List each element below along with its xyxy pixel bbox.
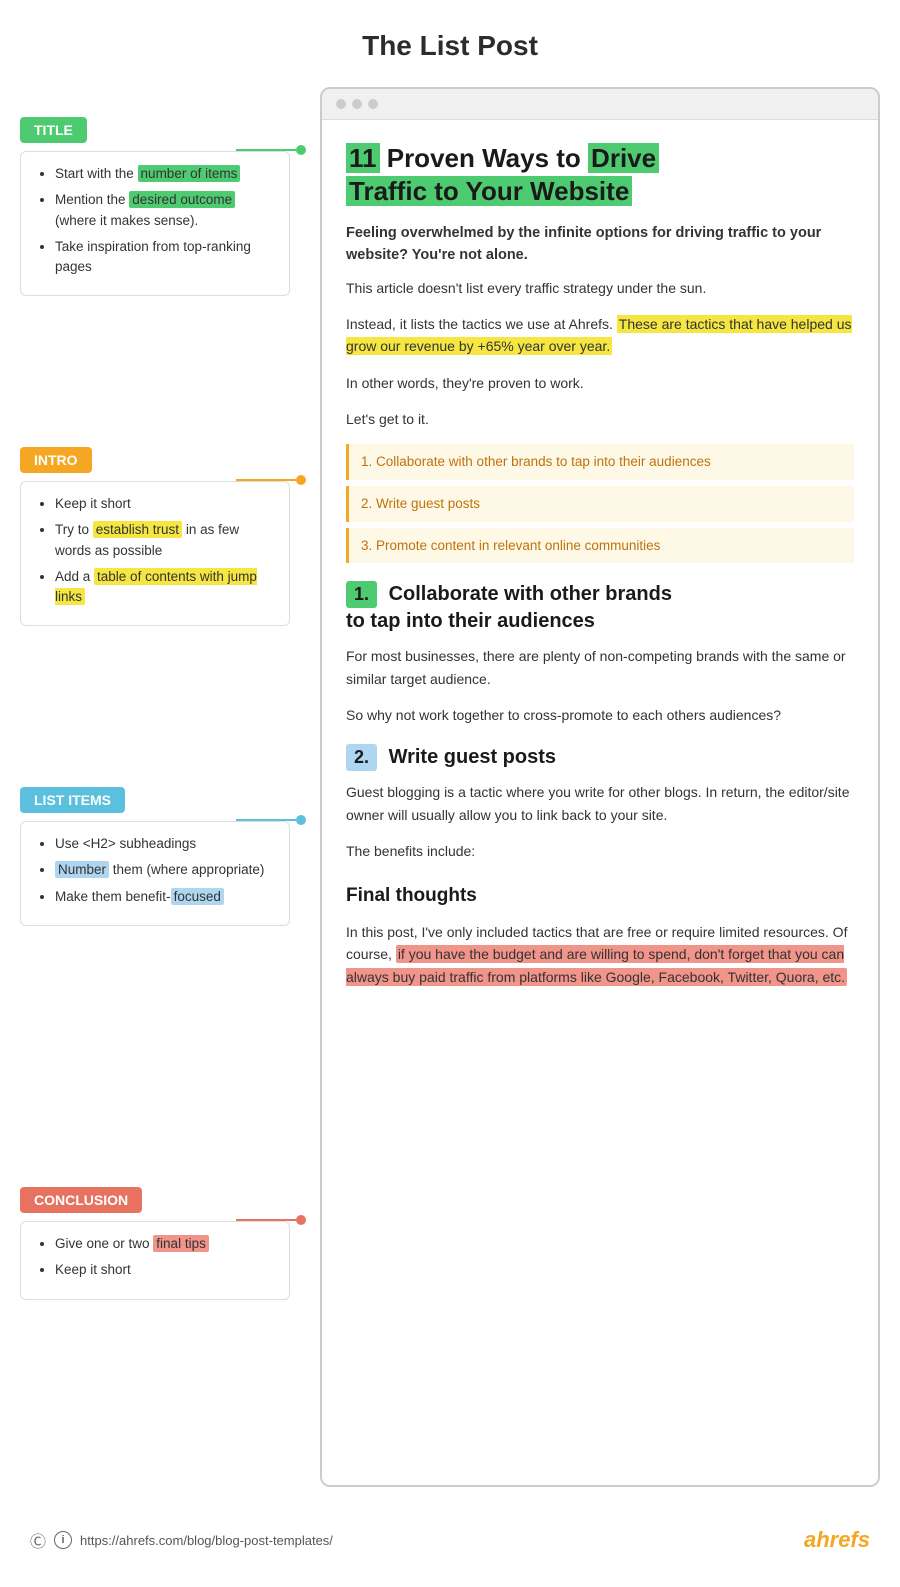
conclusion-heading: Final thoughts <box>346 881 854 911</box>
browser-dot-1 <box>336 99 346 109</box>
list-tip-2: Number them (where appropriate) <box>55 860 273 880</box>
list-tip-3: Make them benefit-focused <box>55 887 273 907</box>
section1-num: 1. <box>346 581 377 607</box>
toc-item-1: 1. Collaborate with other brands to tap … <box>346 444 854 480</box>
section2-para1: Guest blogging is a tactic where you wri… <box>346 781 854 826</box>
intro-tip-2: Try to establish trust in as few words a… <box>55 520 273 561</box>
list-items-annotation: LIST ITEMS Use <H2> subheadings Number t… <box>20 787 290 926</box>
intro-tips-box: Keep it short Try to establish trust in … <box>20 481 290 626</box>
title-tip-1: Start with the number of items <box>55 164 273 184</box>
intro-label: INTRO <box>20 447 92 473</box>
footer-left: Ⓒ i https://ahrefs.com/blog/blog-post-te… <box>30 1528 333 1552</box>
article-para2: Instead, it lists the tactics we use at … <box>346 313 854 358</box>
article-title-num: 11 <box>346 143 380 173</box>
toc-list: 1. Collaborate with other brands to tap … <box>346 444 854 563</box>
number-items-highlight: number of items <box>138 165 241 182</box>
article-para1: This article doesn't list every traffic … <box>346 277 854 299</box>
article-intro-bold: Feeling overwhelmed by the infinite opti… <box>346 223 854 267</box>
intro-tip-3: Add a table of contents with jump links <box>55 567 273 608</box>
browser-content: 11 Proven Ways to Drive Traffic to Your … <box>322 120 878 1024</box>
section2-title: Write guest posts <box>389 746 556 768</box>
desired-outcome-highlight: desired outcome <box>129 191 235 208</box>
article-title-drive: Drive <box>588 143 659 173</box>
conclusion-label: CONCLUSION <box>20 1187 142 1213</box>
conclusion-highlight: if you have the budget and are willing t… <box>346 945 847 985</box>
browser-bar <box>322 89 878 120</box>
conclusion-tips-box: Give one or two final tips Keep it short <box>20 1221 290 1300</box>
info-icon: i <box>54 1531 72 1549</box>
page-title: The List Post <box>0 0 900 87</box>
toc-item-3: 3. Promote content in relevant online co… <box>346 528 854 564</box>
footer-url: https://ahrefs.com/blog/blog-post-templa… <box>80 1533 333 1548</box>
left-panel: TITLE Start with the number of items Men… <box>20 87 310 1487</box>
section1-para2: So why not work together to cross-promot… <box>346 704 854 726</box>
browser-dot-2 <box>352 99 362 109</box>
cc-icon: Ⓒ <box>30 1528 46 1552</box>
browser-dot-3 <box>368 99 378 109</box>
title-tip-3: Take inspiration from top-ranking pages <box>55 237 273 278</box>
browser-window: 11 Proven Ways to Drive Traffic to Your … <box>320 87 880 1487</box>
list-items-label: LIST ITEMS <box>20 787 125 813</box>
intro-annotation: INTRO Keep it short Try to establish tru… <box>20 447 290 626</box>
section1-para1: For most businesses, there are plenty of… <box>346 645 854 690</box>
conclusion-annotation: CONCLUSION Give one or two final tips Ke… <box>20 1187 290 1300</box>
list-items-tips-box: Use <H2> subheadings Number them (where … <box>20 821 290 926</box>
article-para4: Let's get to it. <box>346 408 854 430</box>
conclusion-tip-1: Give one or two final tips <box>55 1234 273 1254</box>
footer-brand: ahrefs <box>804 1527 870 1553</box>
article-title-traffic: Traffic to Your Website <box>346 176 632 206</box>
toc-item-2: 2. Write guest posts <box>346 486 854 522</box>
intro-tip-1: Keep it short <box>55 494 273 514</box>
article-para2-text: Instead, it lists the tactics we use at … <box>346 316 613 332</box>
title-tips-box: Start with the number of items Mention t… <box>20 151 290 296</box>
toc-highlight: table of contents with jump links <box>55 568 257 605</box>
focused-highlight: focused <box>171 888 224 905</box>
conclusion-tip-2: Keep it short <box>55 1260 273 1280</box>
list-tip-1: Use <H2> subheadings <box>55 834 273 854</box>
title-tip-2: Mention the desired outcome (where it ma… <box>55 190 273 231</box>
article-para3: In other words, they're proven to work. <box>346 372 854 394</box>
final-tips-highlight: final tips <box>153 1235 209 1252</box>
section2-para2: The benefits include: <box>346 840 854 862</box>
number-highlight: Number <box>55 861 109 878</box>
section2-heading: 2. Write guest posts <box>346 744 854 771</box>
title-annotation: TITLE Start with the number of items Men… <box>20 117 290 296</box>
section1-title: Collaborate with other brands to tap int… <box>346 583 672 632</box>
footer: Ⓒ i https://ahrefs.com/blog/blog-post-te… <box>0 1507 900 1573</box>
establish-trust-highlight: establish trust <box>93 521 182 538</box>
section2-num: 2. <box>346 744 377 770</box>
conclusion-para: In this post, I've only included tactics… <box>346 921 854 988</box>
title-label: TITLE <box>20 117 87 143</box>
section1-heading: 1. Collaborate with other brands to tap … <box>346 581 854 635</box>
article-title: 11 Proven Ways to Drive Traffic to Your … <box>346 142 854 207</box>
